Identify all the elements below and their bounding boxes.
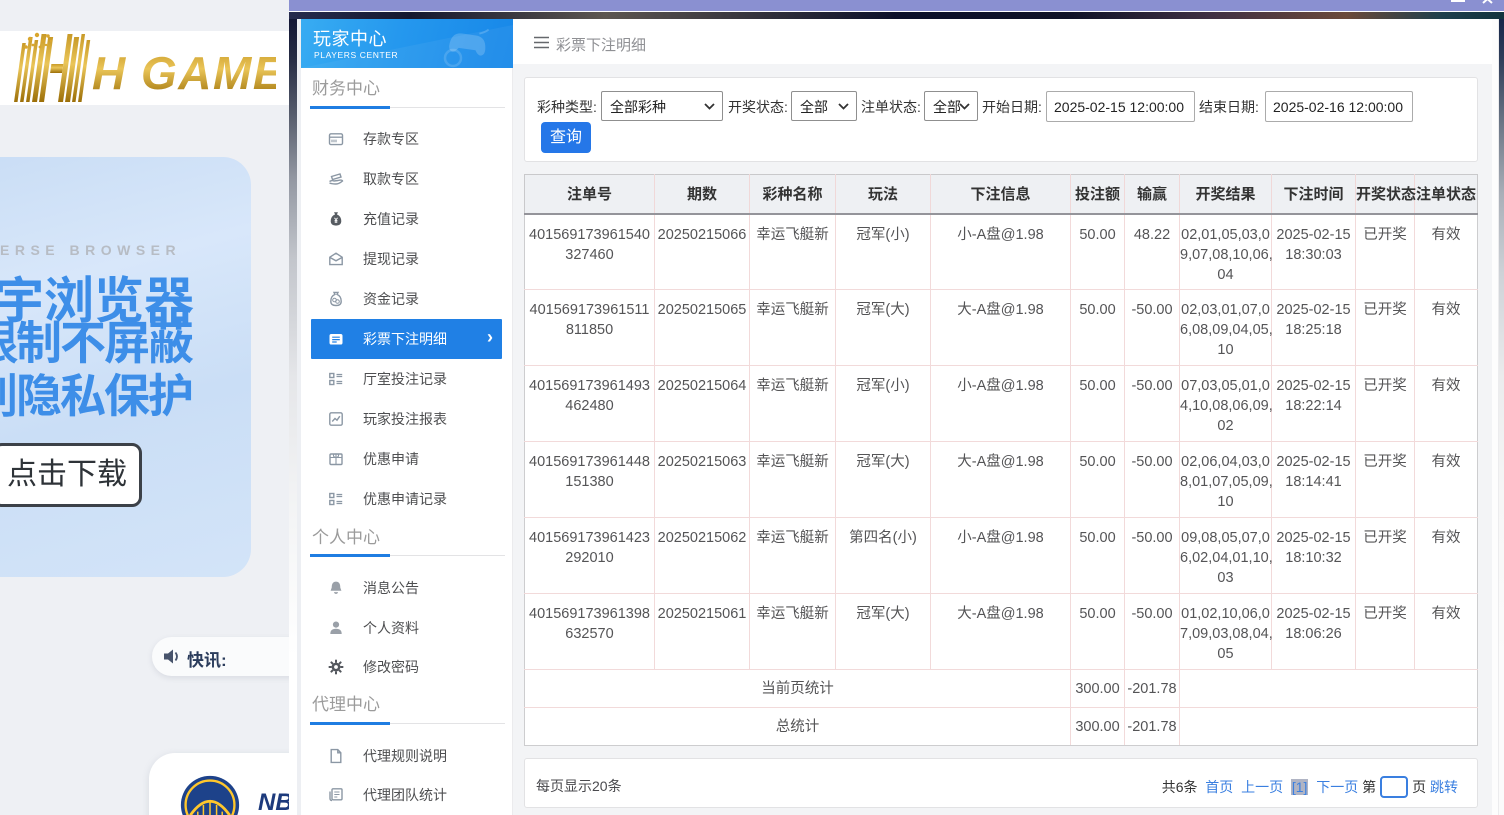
svg-text:H GAME: H GAME [92,47,276,99]
